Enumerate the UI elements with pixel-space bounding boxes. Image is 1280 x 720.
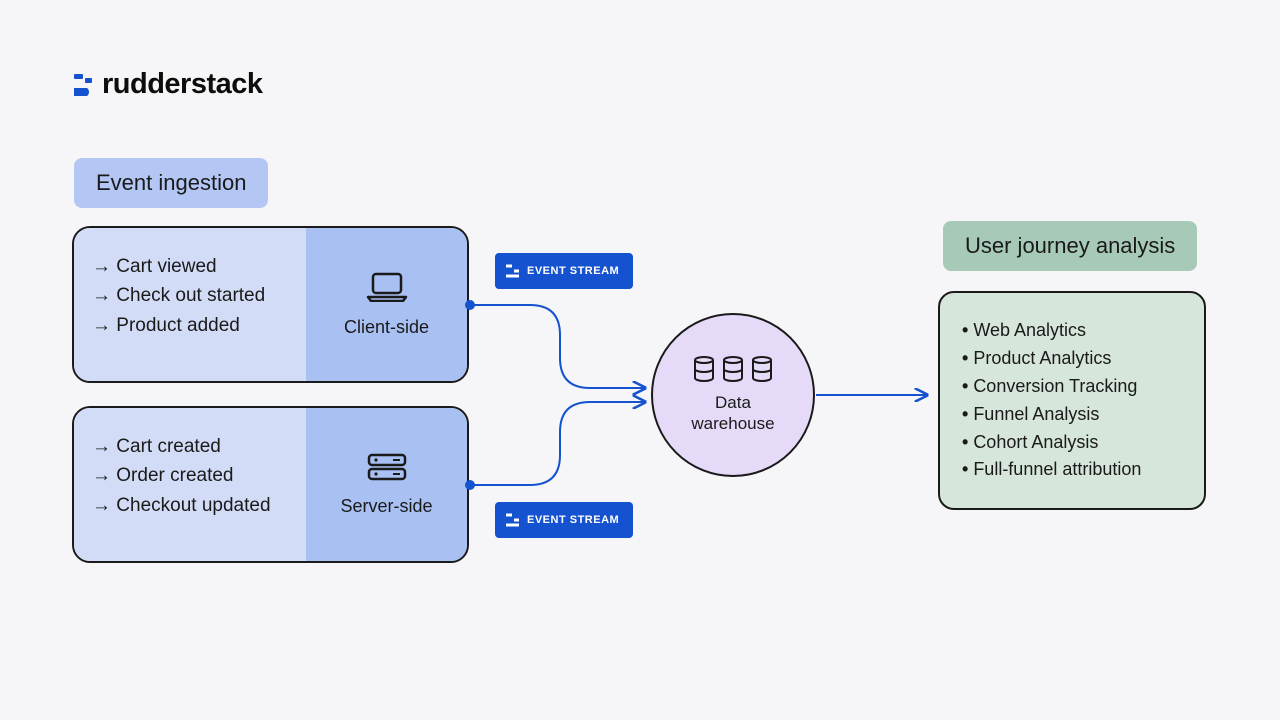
warehouse-label-line: warehouse (691, 414, 774, 433)
warehouse-label-line: Data (715, 393, 751, 412)
data-warehouse-label: Data warehouse (691, 393, 774, 434)
ingestion-client-events: Cart viewed Check out started Product ad… (74, 228, 306, 381)
analysis-item: Funnel Analysis (962, 401, 1182, 429)
ingestion-client-box: Cart viewed Check out started Product ad… (72, 226, 469, 383)
brand-logo-mark (74, 74, 92, 96)
ingestion-client-label: Client-side (344, 317, 429, 338)
analysis-item: Product Analytics (962, 345, 1182, 373)
section-title-analysis: User journey analysis (943, 221, 1197, 271)
ingestion-server-events: Cart created Order created Checkout upda… (74, 408, 306, 561)
database-icon (722, 356, 744, 387)
analysis-box: Web Analytics Product Analytics Conversi… (938, 291, 1206, 510)
event-item: Order created (92, 461, 288, 490)
laptop-icon (366, 272, 408, 307)
event-item: Checkout updated (92, 491, 288, 520)
analysis-item: Conversion Tracking (962, 373, 1182, 401)
event-item: Check out started (92, 281, 288, 310)
section-title-ingestion: Event ingestion (74, 158, 268, 208)
server-icon (367, 453, 407, 486)
ingestion-server-box: Cart created Order created Checkout upda… (72, 406, 469, 563)
database-icon (751, 356, 773, 387)
brand-logo: rudderstack (74, 68, 263, 101)
event-item: Product added (92, 311, 288, 340)
analysis-item: Cohort Analysis (962, 429, 1182, 457)
ingestion-server-label: Server-side (340, 496, 432, 517)
event-item: Cart viewed (92, 252, 288, 281)
database-icon (693, 356, 715, 387)
brand-logo-text: rudderstack (102, 68, 263, 101)
event-item: Cart created (92, 432, 288, 461)
data-warehouse-node: Data warehouse (651, 313, 815, 477)
event-stream-badge-client: EVENT STREAM (495, 253, 633, 289)
ingestion-client-label-area: Client-side (306, 228, 467, 381)
event-stream-badge-server: EVENT STREAM (495, 502, 633, 538)
analysis-item: Web Analytics (962, 317, 1182, 345)
ingestion-server-label-area: Server-side (306, 408, 467, 561)
database-icon-row (693, 356, 773, 387)
analysis-item: Full-funnel attribution (962, 456, 1182, 484)
